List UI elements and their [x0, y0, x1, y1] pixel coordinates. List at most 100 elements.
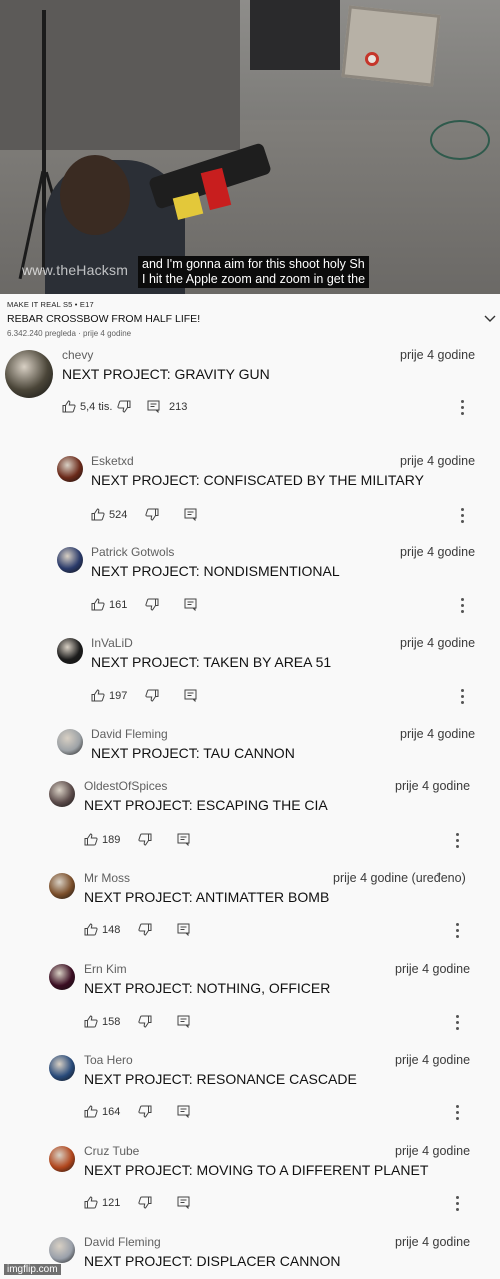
- video-frame-head: [60, 155, 130, 235]
- comment-timestamp[interactable]: prije 4 godine: [400, 545, 475, 559]
- like-button[interactable]: 158: [84, 1015, 120, 1028]
- more-options-icon[interactable]: [456, 923, 460, 939]
- avatar[interactable]: [57, 456, 83, 482]
- reply-button[interactable]: [177, 833, 191, 846]
- comment-author[interactable]: Cruz Tube: [84, 1144, 139, 1158]
- comment-text: NEXT PROJECT: CONFISCATED BY THE MILITAR…: [91, 472, 424, 488]
- dislike-button[interactable]: [145, 689, 159, 702]
- comment-author[interactable]: Mr Moss: [84, 871, 130, 885]
- caption-line: and I'm gonna aim for this shoot holy Sh: [142, 257, 365, 271]
- comment-actions: 189: [84, 833, 444, 851]
- avatar[interactable]: [57, 547, 83, 573]
- comment-timestamp[interactable]: prije 4 godine: [395, 962, 470, 976]
- like-count: 5,4 tis.: [80, 400, 113, 413]
- dislike-button[interactable]: [138, 833, 152, 846]
- more-options-icon[interactable]: [461, 689, 465, 705]
- more-options-icon[interactable]: [456, 1196, 460, 1212]
- comment-author[interactable]: Patrick Gotwols: [91, 545, 174, 559]
- comment-timestamp[interactable]: prije 4 godine (uređeno): [333, 871, 466, 885]
- comment-author[interactable]: Esketxd: [91, 454, 134, 468]
- dislike-button[interactable]: [145, 508, 159, 521]
- video-player[interactable]: www.theHacksm and I'm gonna aim for this…: [0, 0, 500, 294]
- video-caption: and I'm gonna aim for this shoot holy Sh…: [138, 256, 370, 288]
- reply-icon: [177, 1105, 191, 1118]
- dislike-button[interactable]: [138, 1015, 152, 1028]
- like-button[interactable]: 164: [84, 1105, 120, 1118]
- comment-item: chevy prije 4 godine NEXT PROJECT: GRAVITY…: [0, 344, 500, 434]
- avatar[interactable]: [57, 638, 83, 664]
- reply-button[interactable]: 213: [147, 400, 187, 413]
- reply-button[interactable]: [184, 598, 198, 611]
- avatar[interactable]: [57, 729, 83, 755]
- comment-timestamp[interactable]: prije 4 godine: [400, 348, 475, 362]
- more-options-icon[interactable]: [461, 400, 465, 416]
- comment-author[interactable]: InVaLiD: [91, 636, 133, 650]
- more-options-icon[interactable]: [461, 598, 465, 614]
- like-button[interactable]: 189: [84, 833, 120, 846]
- comment-text: NEXT PROJECT: GRAVITY GUN: [62, 366, 270, 382]
- comment-actions: 161: [91, 598, 451, 616]
- like-button[interactable]: 5,4 tis.: [62, 400, 112, 413]
- dislike-button[interactable]: [117, 400, 131, 413]
- avatar[interactable]: [49, 964, 75, 990]
- like-button[interactable]: 524: [91, 508, 127, 521]
- comment-author[interactable]: Toa Hero: [84, 1053, 133, 1067]
- video-meta: 6.342.240 pregleda · prije 4 godine: [7, 329, 132, 338]
- comment-author[interactable]: chevy: [62, 348, 93, 362]
- dislike-button[interactable]: [145, 598, 159, 611]
- thumbs-down-icon: [138, 1196, 152, 1209]
- more-options-icon[interactable]: [456, 833, 460, 849]
- thumbs-down-icon: [117, 400, 131, 413]
- avatar[interactable]: [49, 1055, 75, 1081]
- more-options-icon[interactable]: [456, 1015, 460, 1031]
- comment-timestamp[interactable]: prije 4 godine: [400, 636, 475, 650]
- comments-section: chevy prije 4 godine NEXT PROJECT: GRAVITY…: [0, 344, 500, 1279]
- reply-button[interactable]: [177, 923, 191, 936]
- comment-timestamp[interactable]: prije 4 godine: [395, 1053, 470, 1067]
- dislike-button[interactable]: [138, 1105, 152, 1118]
- comment-text: NEXT PROJECT: NOTHING, OFFICER: [84, 980, 331, 996]
- comment-text: NEXT PROJECT: DISPLACER CANNON: [84, 1253, 341, 1269]
- video-frame-target-board: [341, 5, 441, 87]
- caption-line: I hit the Apple zoom and zoom in get the: [142, 272, 366, 286]
- more-options-icon[interactable]: [461, 508, 465, 524]
- comment-author[interactable]: David Fleming: [84, 1235, 161, 1249]
- comment-actions: 164: [84, 1105, 444, 1123]
- comment-timestamp[interactable]: prije 4 godine: [400, 454, 475, 468]
- comment-author[interactable]: Ern Kim: [84, 962, 127, 976]
- comment-timestamp[interactable]: prije 4 godine: [395, 779, 470, 793]
- reply-button[interactable]: [184, 689, 198, 702]
- like-button[interactable]: 161: [91, 598, 127, 611]
- reply-button[interactable]: [177, 1015, 191, 1028]
- comment-item: InVaLiD prije 4 godine NEXT PROJECT: TAKEN…: [0, 632, 500, 722]
- avatar[interactable]: [49, 873, 75, 899]
- comment-timestamp[interactable]: prije 4 godine: [395, 1235, 470, 1249]
- comment-item: Esketxd prije 4 godine NEXT PROJECT: CONFI…: [0, 450, 500, 540]
- comment-actions: 524: [91, 508, 451, 526]
- reply-button[interactable]: [184, 508, 198, 521]
- dislike-button[interactable]: [138, 1196, 152, 1209]
- show-episode-label[interactable]: MAKE IT REAL S5 • E17: [7, 300, 94, 309]
- thumbs-up-icon: [91, 598, 105, 611]
- thumbs-up-icon: [91, 689, 105, 702]
- dislike-button[interactable]: [138, 923, 152, 936]
- avatar[interactable]: [49, 1146, 75, 1172]
- avatar[interactable]: [49, 781, 75, 807]
- comment-actions: 197: [91, 689, 451, 707]
- like-count: 148: [102, 923, 121, 936]
- comment-timestamp[interactable]: prije 4 godine: [400, 727, 475, 741]
- reply-button[interactable]: [177, 1105, 191, 1118]
- avatar[interactable]: [5, 350, 53, 398]
- comment-author[interactable]: OldestOfSpices: [84, 779, 167, 793]
- like-button[interactable]: 197: [91, 689, 127, 702]
- comment-author[interactable]: David Fleming: [91, 727, 168, 741]
- more-options-icon[interactable]: [456, 1105, 460, 1121]
- like-button[interactable]: 121: [84, 1196, 120, 1209]
- imgflip-watermark: imgflip.com: [4, 1264, 61, 1275]
- chevron-down-icon[interactable]: [484, 314, 496, 324]
- avatar[interactable]: [49, 1237, 75, 1263]
- comment-timestamp[interactable]: prije 4 godine: [395, 1144, 470, 1158]
- like-button[interactable]: 148: [84, 923, 120, 936]
- video-info: MAKE IT REAL S5 • E17 REBAR CROSSBOW FRO…: [0, 294, 500, 344]
- reply-button[interactable]: [177, 1196, 191, 1209]
